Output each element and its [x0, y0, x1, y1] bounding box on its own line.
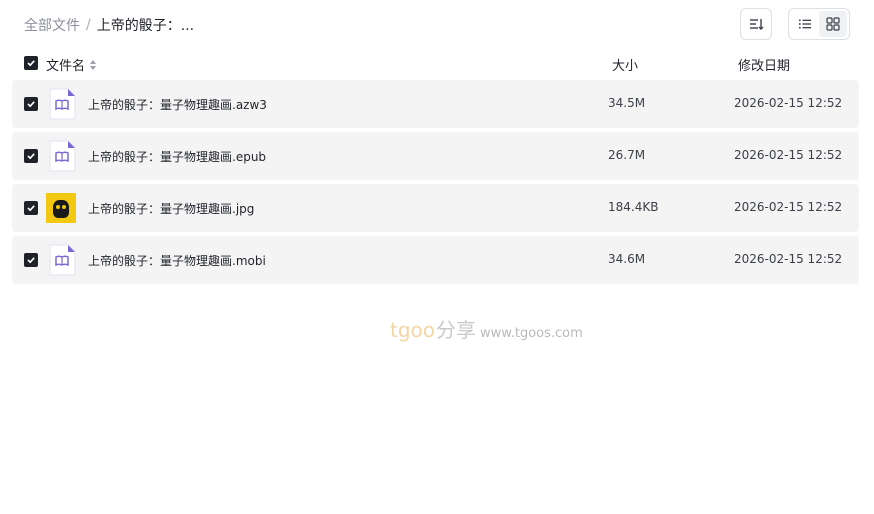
file-list: 上帝的骰子：量子物理趣画.azw3 34.5M 2026-02-15 12:52… [12, 80, 859, 288]
file-row[interactable]: 上帝的骰子：量子物理趣画.mobi 34.6M 2026-02-15 12:52 [12, 236, 859, 284]
column-header-size[interactable]: 大小 [612, 55, 638, 74]
view-mode-toggle [788, 8, 850, 40]
file-name[interactable]: 上帝的骰子：量子物理趣画.mobi [88, 252, 266, 269]
list-view-button[interactable] [791, 11, 819, 37]
file-row[interactable]: 上帝的骰子：量子物理趣画.azw3 34.5M 2026-02-15 12:52 [12, 80, 859, 128]
column-header-name[interactable]: 文件名 [46, 55, 97, 74]
grid-view-icon [826, 17, 840, 31]
watermark-url: www.tgoos.com [480, 326, 583, 341]
file-modified-date: 2026-02-15 12:52 [734, 148, 843, 162]
row-checkbox[interactable] [24, 201, 38, 215]
list-view-icon [799, 19, 811, 29]
select-all-checkbox[interactable] [24, 56, 38, 70]
checkmark-icon [27, 101, 35, 108]
file-size: 34.5M [608, 96, 646, 110]
row-checkbox[interactable] [24, 97, 38, 111]
ebook-icon [49, 244, 76, 276]
file-modified-date: 2026-02-15 12:52 [734, 96, 843, 110]
breadcrumb-root-link[interactable]: 全部文件 [24, 15, 80, 35]
file-size: 34.6M [608, 252, 646, 266]
image-thumbnail [46, 193, 76, 223]
watermark-brand: tgoo [390, 318, 436, 342]
ebook-icon [49, 140, 76, 172]
top-bar: 全部文件 / 上帝的骰子：... [0, 0, 874, 48]
sort-icon [750, 19, 764, 30]
file-row[interactable]: 上帝的骰子：量子物理趣画.epub 26.7M 2026-02-15 12:52 [12, 132, 859, 180]
grid-view-button[interactable] [819, 11, 847, 37]
breadcrumb-separator: / [86, 17, 91, 33]
file-row[interactable]: 上帝的骰子：量子物理趣画.jpg 184.4KB 2026-02-15 12:5… [12, 184, 859, 232]
breadcrumb: 全部文件 / 上帝的骰子：... [24, 15, 194, 35]
file-name[interactable]: 上帝的骰子：量子物理趣画.epub [88, 148, 266, 165]
column-header-date[interactable]: 修改日期 [738, 55, 790, 74]
breadcrumb-current-folder: 上帝的骰子：... [96, 18, 195, 34]
checkmark-icon [27, 205, 35, 212]
file-modified-date: 2026-02-15 12:52 [734, 200, 843, 214]
column-header-name-label: 文件名 [46, 59, 86, 74]
sort-button[interactable] [740, 8, 772, 40]
checkmark-icon [27, 153, 35, 160]
sort-toggle-icon [90, 59, 97, 70]
file-name[interactable]: 上帝的骰子：量子物理趣画.azw3 [88, 96, 267, 113]
file-size: 184.4KB [608, 200, 659, 214]
checkmark-icon [27, 60, 35, 67]
row-checkbox[interactable] [24, 149, 38, 163]
watermark: tgoo 分享 www.tgoos.com [390, 314, 583, 343]
ebook-icon [49, 88, 76, 120]
file-modified-date: 2026-02-15 12:52 [734, 252, 843, 266]
table-header: 文件名 大小 修改日期 [0, 52, 874, 76]
file-name[interactable]: 上帝的骰子：量子物理趣画.jpg [88, 200, 254, 217]
file-size: 26.7M [608, 148, 646, 162]
row-checkbox[interactable] [24, 253, 38, 267]
checkmark-icon [27, 257, 35, 264]
watermark-share: 分享 [436, 318, 477, 342]
